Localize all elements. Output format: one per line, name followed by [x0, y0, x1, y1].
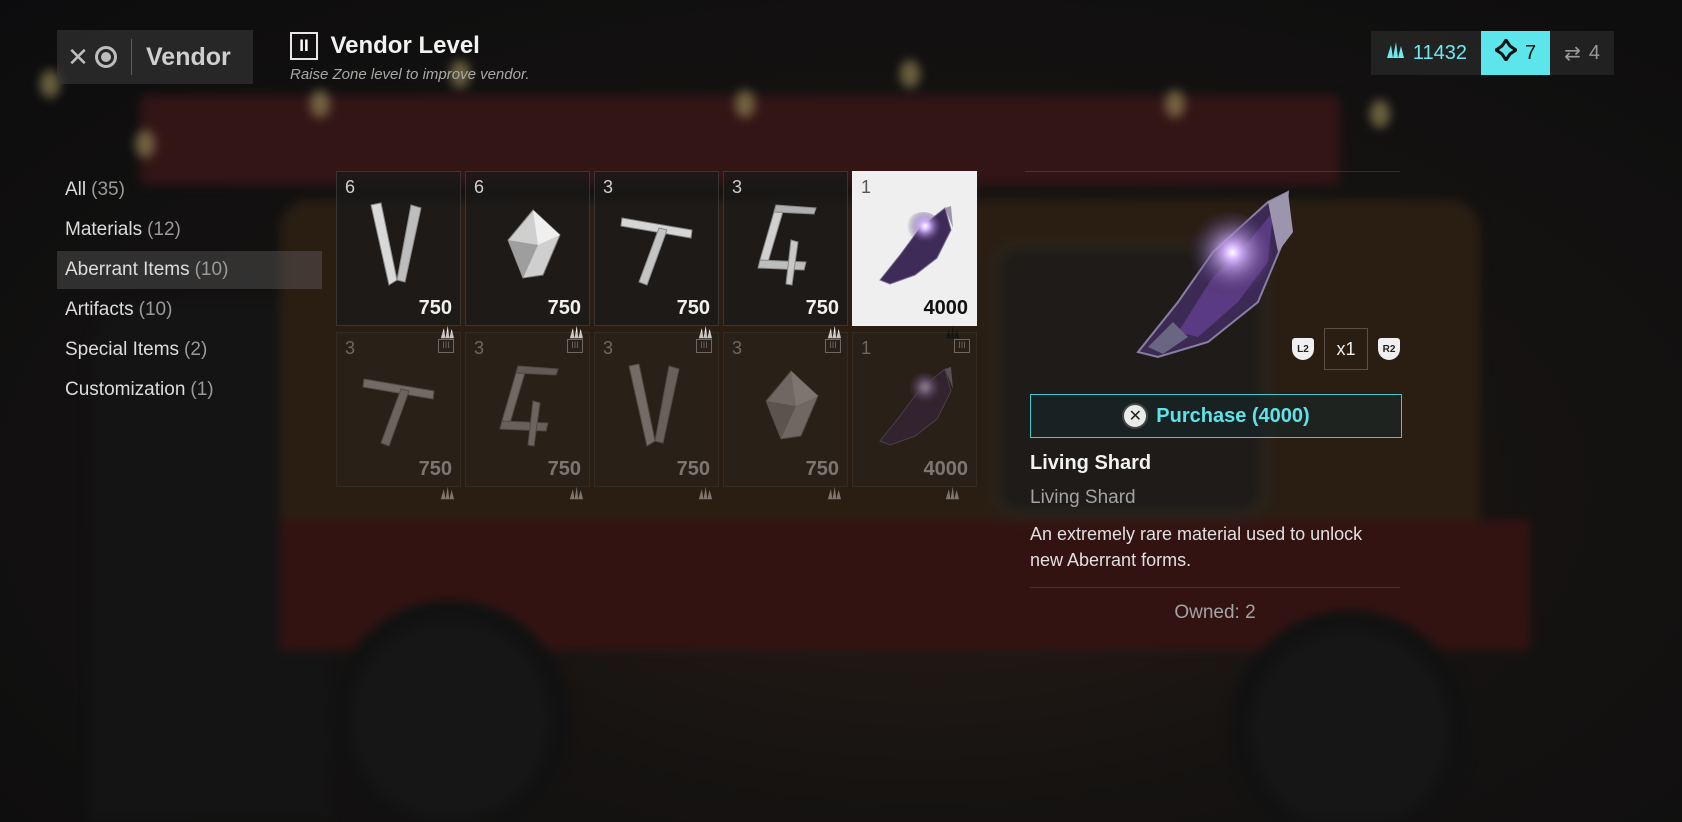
- category-all[interactable]: All (35): [57, 171, 322, 209]
- item-card[interactable]: 3 III 750: [336, 332, 461, 500]
- item-price-value: 4000: [923, 297, 969, 319]
- item-stock-count: 3: [603, 177, 614, 197]
- currency-refresh-value: 4: [1588, 41, 1600, 64]
- item-price: 750: [675, 297, 712, 339]
- vendor-title: Vendor: [146, 42, 231, 71]
- divider: [131, 39, 132, 75]
- currency-token-value: 7: [1524, 41, 1537, 64]
- item-preview: L2 x1 R2: [1030, 172, 1400, 372]
- level-badge: II: [290, 32, 318, 60]
- item-stock-count: 3: [732, 338, 743, 358]
- item-price-value: 750: [418, 458, 452, 480]
- level-title: Vendor Level: [330, 32, 480, 59]
- vendor-tab[interactable]: ✕ Vendor: [57, 30, 253, 84]
- tier-badge: III: [567, 339, 583, 353]
- item-stock-count: 1: [861, 338, 872, 358]
- item-price: 750: [546, 297, 583, 339]
- item-card[interactable]: 6 750: [465, 171, 590, 339]
- item-stock-count: 3: [603, 338, 614, 358]
- item-price-value: 750: [676, 297, 710, 319]
- item-card[interactable]: 3 750: [723, 171, 848, 339]
- aberrant-currency-icon: [1385, 41, 1405, 65]
- divider: [1030, 587, 1400, 588]
- cross-button-icon: ✕: [1122, 403, 1149, 429]
- item-stock-count: 1: [861, 177, 872, 197]
- item-stock-count: 3: [474, 338, 485, 358]
- item-price-value: 750: [805, 458, 839, 480]
- item-type: Living Shard: [1030, 487, 1136, 508]
- item-card[interactable]: 3 III 750: [465, 332, 590, 500]
- item-price: 750: [804, 458, 841, 500]
- l2-trigger-icon[interactable]: L2: [1292, 338, 1314, 360]
- item-card[interactable]: 6 750: [336, 171, 461, 339]
- currency-aberrant: 11432: [1370, 31, 1481, 75]
- category-count: (2): [184, 339, 208, 360]
- category-label: Materials: [65, 219, 143, 240]
- category-special-items[interactable]: Special Items (2): [57, 331, 322, 369]
- vendor-token-icon: [1493, 37, 1519, 67]
- item-price-value: 4000: [923, 458, 969, 480]
- purchase-label: Purchase (4000): [1156, 404, 1310, 427]
- tier-badge: III: [438, 339, 454, 353]
- vendor-level: II Vendor Level Raise Zone level to impr…: [290, 32, 530, 83]
- item-price: 750: [546, 458, 583, 500]
- close-icon[interactable]: ✕: [67, 42, 89, 73]
- category-label: Aberrant Items: [65, 259, 190, 280]
- item-price-value: 750: [805, 297, 839, 319]
- item-price: 4000: [922, 297, 969, 339]
- item-name: Living Shard: [1030, 452, 1152, 474]
- owned-count: Owned: 2: [1174, 602, 1256, 623]
- item-card[interactable]: 1 III 4000: [852, 332, 977, 500]
- item-stock-count: 6: [345, 177, 356, 197]
- category-aberrant-items[interactable]: Aberrant Items (10): [57, 251, 322, 289]
- item-card[interactable]: 3 III 750: [594, 332, 719, 500]
- category-count: (12): [147, 219, 181, 240]
- category-count: (1): [190, 379, 214, 400]
- item-price: 4000: [922, 458, 969, 500]
- tier-badge: III: [825, 339, 841, 353]
- level-subtitle: Raise Zone level to improve vendor.: [290, 66, 530, 83]
- category-label: Artifacts: [65, 299, 134, 320]
- item-price-value: 750: [547, 297, 581, 319]
- item-description: An extremely rare material used to unloc…: [1030, 524, 1363, 570]
- category-count: (35): [91, 179, 125, 200]
- currency-aberrant-value: 11432: [1412, 41, 1467, 64]
- category-count: (10): [194, 259, 229, 280]
- item-stock-count: 3: [345, 338, 356, 358]
- item-price: 750: [804, 297, 841, 339]
- category-list: All (35) Materials (12) Aberrant Items (10)…: [57, 171, 322, 411]
- category-materials[interactable]: Materials (12): [57, 211, 322, 249]
- quantity-value: x1: [1324, 328, 1368, 370]
- item-grid: 6 750 6 750 3 750 3 750 1 4000 3 III 750 3 III 750 3 III 7…: [336, 171, 977, 500]
- quantity-selector: L2 x1 R2: [1292, 328, 1400, 370]
- refresh-icon: ⇄: [1564, 42, 1581, 65]
- category-label: All: [65, 179, 87, 200]
- item-card[interactable]: 3 III 750: [723, 332, 848, 500]
- category-label: Special Items: [65, 339, 180, 360]
- tier-badge: III: [696, 339, 712, 353]
- purchase-button[interactable]: ✕ Purchase (4000): [1030, 394, 1402, 438]
- item-card[interactable]: 1 4000: [852, 171, 977, 339]
- currency-refresh: ⇄ 4: [1550, 31, 1614, 75]
- tier-badge: III: [954, 339, 970, 353]
- item-price-value: 750: [676, 458, 710, 480]
- r2-trigger-icon[interactable]: R2: [1378, 338, 1400, 360]
- item-stock-count: 6: [474, 177, 485, 197]
- category-label: Customization: [65, 379, 186, 400]
- item-stock-count: 3: [732, 177, 743, 197]
- item-price-value: 750: [418, 297, 452, 319]
- currency-token: 7: [1480, 31, 1551, 75]
- item-price: 750: [675, 458, 712, 500]
- circle-button-icon: [95, 46, 117, 68]
- item-price: 750: [417, 297, 454, 339]
- category-artifacts[interactable]: Artifacts (10): [57, 291, 322, 329]
- currency-bar: 11432 7 ⇄ 4: [1370, 31, 1614, 75]
- item-price: 750: [417, 458, 454, 500]
- item-price-value: 750: [547, 458, 581, 480]
- category-count: (10): [138, 299, 173, 320]
- item-card[interactable]: 3 750: [594, 171, 719, 339]
- item-detail-panel: L2 x1 R2 ✕ Purchase (4000) Living Shard …: [1025, 171, 1402, 624]
- category-customization[interactable]: Customization (1): [57, 371, 322, 409]
